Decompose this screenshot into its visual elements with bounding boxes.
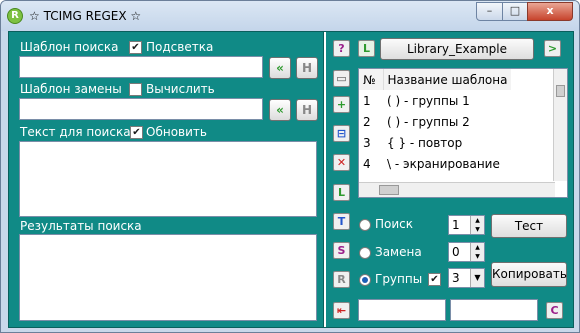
table-row[interactable]: 3 { } - повтор	[359, 132, 511, 153]
edit-icon[interactable]: ⊟	[333, 125, 350, 142]
replace-pattern-input[interactable]	[19, 98, 263, 120]
row-num: 1	[363, 93, 371, 108]
search-history-button[interactable]: H	[296, 57, 318, 79]
calculate-checkbox[interactable]	[129, 83, 142, 96]
replace-back-button[interactable]: «	[269, 99, 291, 121]
table-row[interactable]: 1 ( ) - группы 1	[359, 90, 511, 111]
col-num-header[interactable]: №	[359, 69, 383, 90]
row-name: ( ) - группы 1	[387, 93, 470, 108]
text-t-icon[interactable]: T	[333, 213, 350, 230]
save-icon[interactable]: ▭	[333, 70, 350, 87]
help-icon[interactable]: ?	[333, 40, 350, 57]
lib-l-icon[interactable]: L	[333, 184, 350, 201]
row-num: 3	[363, 135, 371, 150]
groups-select-value: 3	[452, 271, 460, 285]
search-pattern-input[interactable]	[19, 56, 263, 78]
bottom-input-1[interactable]	[358, 299, 446, 321]
app-logo-icon: R	[7, 8, 23, 24]
pin-icon[interactable]: ⇤	[333, 302, 350, 319]
templates-hscrollbar[interactable]	[359, 182, 555, 197]
groups-mode-label: Группы	[375, 272, 423, 286]
templates-list[interactable]: № Название шаблона 1 ( ) - группы 1 2 ( …	[358, 68, 568, 198]
next-library-icon[interactable]: >	[544, 40, 561, 57]
hscroll-thumb[interactable]	[379, 185, 399, 195]
chevron-down-icon[interactable]: ▼	[470, 269, 484, 287]
search-back-button[interactable]: «	[269, 57, 291, 79]
row-num: 4	[363, 156, 371, 171]
c-icon[interactable]: C	[546, 302, 563, 319]
title-bar: R ☆ TCIMG REGEX ☆ – □ x	[1, 1, 579, 31]
window-title: ☆ TCIMG REGEX ☆	[29, 9, 142, 23]
spinner-arrows-icon[interactable]: ▲ ▼	[470, 243, 484, 261]
app-window: R ☆ TCIMG REGEX ☆ – □ x Шаблон поиска ✔ …	[0, 0, 580, 333]
search-spinner-value: 1	[452, 218, 460, 232]
delete-icon[interactable]: ✕	[333, 154, 350, 171]
calculate-label: Вычислить	[146, 82, 215, 96]
replace-spinner[interactable]: 0 ▲ ▼	[448, 242, 485, 262]
highlight-checkbox[interactable]: ✔	[129, 41, 142, 54]
groups-checkbox[interactable]: ✔	[428, 273, 441, 286]
r-icon[interactable]: R	[333, 271, 350, 288]
library-icon: L	[358, 40, 375, 57]
groups-select[interactable]: 3 ▼	[448, 268, 485, 288]
row-num: 2	[363, 114, 371, 129]
bottom-input-2[interactable]	[450, 299, 538, 321]
row-name: ( ) - группы 2	[387, 114, 470, 129]
search-spinner[interactable]: 1 ▲ ▼	[448, 215, 485, 235]
table-row[interactable]: 2 ( ) - группы 2	[359, 111, 511, 132]
update-label: Обновить	[146, 125, 207, 139]
groups-radio[interactable]	[359, 274, 371, 286]
col-name-header[interactable]: Название шаблона	[382, 69, 512, 90]
row-name: \ - экранирование	[387, 156, 500, 171]
test-button[interactable]: Тест	[491, 214, 567, 238]
add-icon[interactable]: +	[333, 96, 350, 113]
row-name: { } - повтор	[387, 135, 463, 150]
templates-table: № Название шаблона 1 ( ) - группы 1 2 ( …	[359, 69, 512, 174]
vscroll-thumb[interactable]	[556, 85, 565, 97]
search-mode-label: Поиск	[375, 217, 414, 231]
replace-spinner-value: 0	[452, 245, 460, 259]
replace-mode-label: Замена	[375, 245, 422, 259]
search-text-label: Текст для поиска	[20, 125, 131, 139]
templates-header-row: № Название шаблона	[359, 69, 512, 90]
highlight-label: Подсветка	[146, 40, 214, 54]
replace-history-button[interactable]: H	[296, 99, 318, 121]
replace-radio[interactable]	[359, 247, 371, 259]
spinner-arrows-icon[interactable]: ▲ ▼	[470, 216, 484, 234]
library-button[interactable]: Library_Example	[380, 38, 534, 60]
search-text-area[interactable]	[19, 141, 317, 217]
search-radio[interactable]	[359, 219, 371, 231]
s-icon[interactable]: S	[333, 242, 350, 259]
panel-divider	[323, 32, 326, 327]
templates-vscrollbar[interactable]	[553, 69, 567, 181]
close-button[interactable]: x	[527, 2, 573, 21]
copy-button[interactable]: Копировать	[491, 262, 567, 287]
main-panel: Шаблон поиска ✔ Подсветка « H Шаблон зам…	[8, 31, 574, 328]
replace-pattern-label: Шаблон замены	[20, 82, 122, 96]
results-area[interactable]	[19, 234, 317, 321]
minimize-button[interactable]: –	[476, 2, 503, 21]
update-checkbox[interactable]: ✔	[130, 126, 143, 139]
table-row[interactable]: 4 \ - экранирование	[359, 153, 511, 174]
search-pattern-label: Шаблон поиска	[20, 40, 119, 54]
results-label: Результаты поиска	[20, 219, 142, 233]
maximize-button[interactable]: □	[502, 2, 528, 21]
